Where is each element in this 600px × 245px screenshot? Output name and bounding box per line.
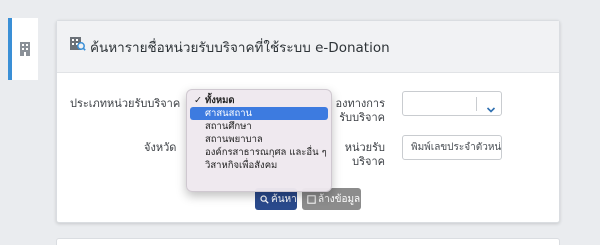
card-header: ค้นหารายชื่อหน่วยรับบริจาคที่ใช้ระบบ e-D… [57, 21, 559, 73]
card-title: ค้นหารายชื่อหน่วยรับบริจาคที่ใช้ระบบ e-D… [90, 40, 390, 56]
side-nav-tab[interactable] [8, 18, 38, 80]
search-button-label: ค้นหา [271, 193, 297, 205]
checkmark-icon: ✓ [194, 95, 202, 106]
donation-unit-id-input[interactable] [402, 135, 502, 160]
building-icon [19, 41, 31, 57]
dropdown-option-all[interactable]: ✓ ทั้งหมด [190, 94, 328, 107]
donation-unit-type-label: ประเภทหน่วยรับบริจาค [70, 97, 181, 110]
clear-button-label: ล้างข้อมูล [318, 193, 361, 205]
dropdown-option-hospital[interactable]: สถานพยาบาล [190, 133, 328, 146]
chevron-down-icon [486, 99, 496, 118]
select-separator [476, 97, 477, 111]
search-icon [260, 194, 269, 204]
dropdown-option-educational-institution[interactable]: สถานศึกษา [190, 120, 328, 133]
province-label: จังหวัด [144, 141, 177, 154]
donation-unit-label-line2: บริจาค [352, 155, 385, 168]
dropdown-option-social-enterprise[interactable]: วิสาหกิจเพื่อสังคม [190, 159, 328, 172]
checkbox-icon [307, 194, 316, 204]
search-building-icon [69, 35, 86, 56]
next-card [56, 238, 560, 245]
donation-method-label-line2: รับบริจาค [339, 111, 385, 124]
unit-type-dropdown[interactable]: ✓ ทั้งหมด ศาสนสถาน สถานศึกษา สถานพยาบาล … [186, 89, 332, 192]
dropdown-option-religious-place[interactable]: ศาสนสถาน [190, 107, 328, 120]
dropdown-option-public-charity[interactable]: องค์กรสาธารณกุศล และอื่น ๆ [190, 146, 328, 159]
donation-method-select[interactable] [402, 91, 502, 116]
